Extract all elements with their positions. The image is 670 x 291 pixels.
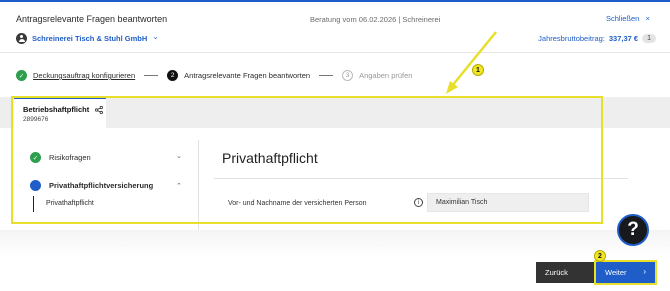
- step-1[interactable]: ✓ Deckungsauftrag konfigurieren: [16, 70, 135, 81]
- annotation-arrow: [446, 31, 497, 94]
- close-button[interactable]: Schließen ×: [606, 14, 650, 23]
- header: Antragsrelevante Fragen beantworten Bera…: [0, 2, 670, 52]
- check-icon: ✓: [16, 70, 27, 81]
- step-label: Angaben prüfen: [359, 71, 413, 80]
- step-number: 3: [342, 70, 354, 81]
- premium-label: Jahresbruttobeitrag:: [538, 34, 605, 43]
- step-3: 3 Angaben prüfen: [342, 70, 412, 81]
- back-button[interactable]: Zurück: [536, 262, 594, 283]
- close-label: Schließen: [606, 14, 640, 23]
- chevron-down-icon: ⌄: [152, 32, 159, 41]
- premium-value: 337,37 €: [608, 34, 639, 43]
- header-divider: [0, 52, 670, 53]
- annotation-badge-2: 2: [594, 250, 606, 262]
- user-icon: [16, 33, 27, 44]
- step-connector: [319, 75, 334, 76]
- step-2: 2 Antragsrelevante Fragen beantworten: [167, 70, 310, 81]
- step-number: 2: [167, 70, 179, 81]
- premium-count-badge: 1: [642, 34, 656, 43]
- company-name: Schreinerei Tisch & Stuhl GmbH: [32, 34, 148, 43]
- consultation-info: Beratung vom 06.02.2026 | Schreinerei: [310, 15, 441, 24]
- annotation-highlight-box: [11, 96, 603, 224]
- annotation-badge-1: 1: [472, 64, 484, 76]
- footer-shadow: [0, 230, 670, 256]
- chevron-right-icon: ›: [643, 267, 646, 276]
- step-label: Deckungsauftrag konfigurieren: [33, 71, 136, 80]
- step-connector: [144, 75, 159, 76]
- company-selector[interactable]: Schreinerei Tisch & Stuhl GmbH ⌄: [16, 32, 159, 44]
- next-button[interactable]: Weiter ›: [594, 260, 657, 285]
- page-title: Antragsrelevante Fragen beantworten: [16, 14, 168, 24]
- stepper: ✓ Deckungsauftrag konfigurieren 2 Antrag…: [16, 70, 412, 81]
- help-button[interactable]: ?: [617, 214, 649, 246]
- annual-premium: Jahresbruttobeitrag: 337,37 € 1: [538, 34, 656, 43]
- step-label: Antragsrelevante Fragen beantworten: [184, 71, 311, 80]
- close-icon: ×: [645, 14, 650, 23]
- next-label: Weiter: [605, 268, 627, 277]
